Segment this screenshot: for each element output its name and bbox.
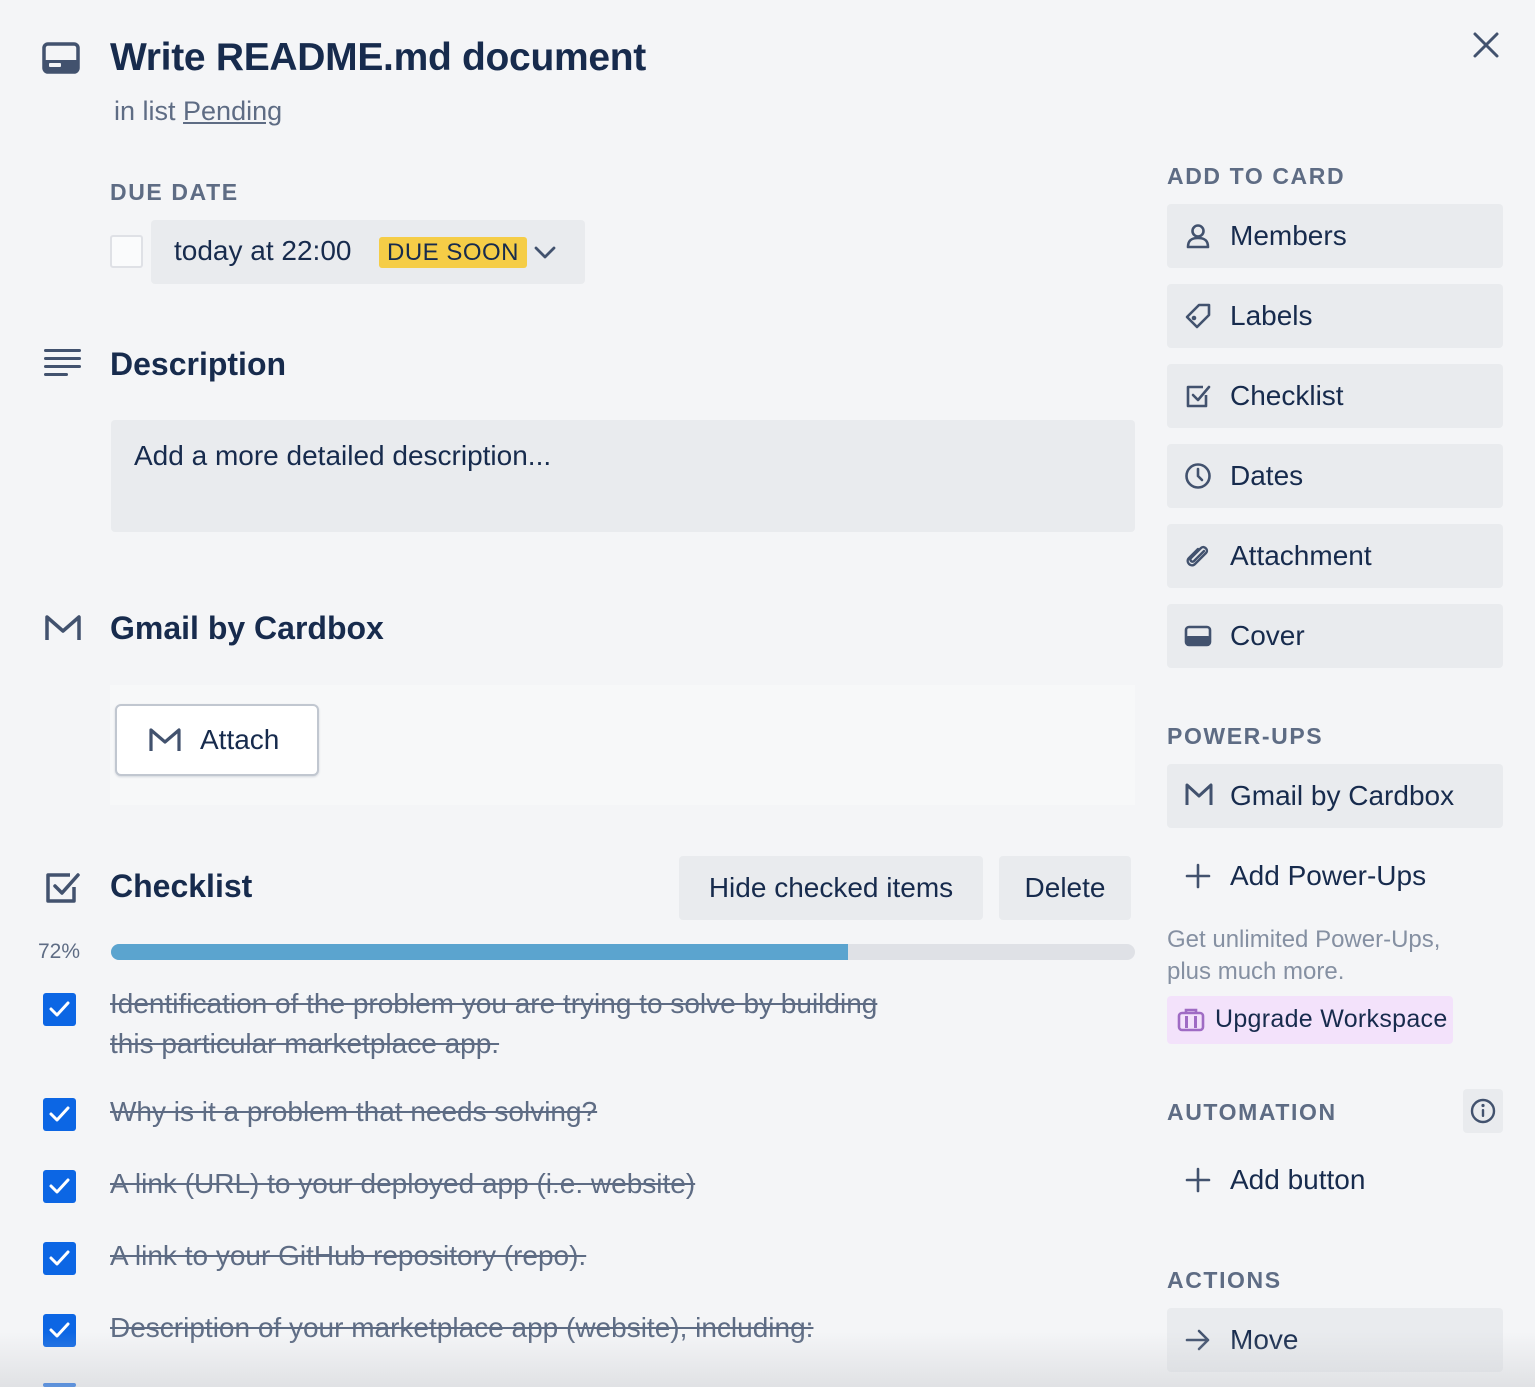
upgrade-workspace-button[interactable]: Upgrade Workspace: [1167, 996, 1453, 1044]
add-button-label: Add button: [1230, 1164, 1366, 1195]
checklist-item-checkbox[interactable]: [43, 1314, 76, 1347]
cover-label: Cover: [1230, 620, 1305, 651]
tag-icon: [1184, 302, 1212, 335]
members-button[interactable]: Members: [1167, 204, 1503, 268]
arrow-right-icon: [1184, 1326, 1212, 1359]
hide-checked-items-button[interactable]: Hide checked items: [679, 856, 983, 920]
checklist-item-checkbox[interactable]: [43, 993, 76, 1026]
checklist-button[interactable]: Checklist: [1167, 364, 1503, 428]
card-list-info: in list Pending: [114, 96, 282, 127]
due-date-complete-checkbox[interactable]: [110, 235, 143, 268]
add-power-ups-button[interactable]: Add Power-Ups: [1167, 844, 1503, 908]
checklist-item-checkbox[interactable]: [43, 1170, 76, 1203]
progress-percent: 72%: [38, 940, 81, 963]
in-list-prefix: in list: [114, 96, 176, 126]
promo-line: plus much more.: [1167, 958, 1345, 985]
card-icon: [42, 42, 80, 74]
due-soon-badge: DUE SOON: [379, 237, 528, 268]
dates-label: Dates: [1230, 460, 1304, 491]
move-button[interactable]: Move: [1167, 1308, 1503, 1372]
checklist-item-checkbox[interactable]: [43, 1383, 76, 1387]
due-date-value: today at 22:00: [174, 235, 352, 266]
description-icon: [44, 348, 82, 378]
attachment-button[interactable]: Attachment: [1167, 524, 1503, 588]
checkbox-icon: [1184, 382, 1212, 415]
checklist-item-text[interactable]: Description of your marketplace app (web…: [110, 1308, 813, 1348]
checklist-item-checkbox[interactable]: [43, 1098, 76, 1131]
description-placeholder: Add a more detailed description...: [134, 440, 552, 471]
gmail-powerup-label: Gmail by Cardbox: [1230, 780, 1455, 811]
checklist-item-text[interactable]: A link to your GitHub repository (repo).: [110, 1236, 586, 1276]
checklist-item-text[interactable]: Identification of the problem you are tr…: [110, 984, 877, 1064]
gmail-powerup-button[interactable]: Gmail by Cardbox: [1167, 764, 1503, 828]
checklist-item-line: Identification of the problem you are tr…: [110, 988, 878, 1019]
labels-button[interactable]: Labels: [1167, 284, 1503, 348]
dates-button[interactable]: Dates: [1167, 444, 1503, 508]
delete-checklist-button[interactable]: Delete: [999, 856, 1131, 920]
automation-heading: AUTOMATION: [1167, 1099, 1337, 1125]
labels-label: Labels: [1230, 300, 1313, 331]
plus-icon: [1184, 1166, 1212, 1199]
cover-button[interactable]: Cover: [1167, 604, 1503, 668]
description-title: Description: [110, 346, 287, 382]
checklist-icon: [44, 869, 82, 907]
attachment-label: Attachment: [1230, 540, 1372, 571]
gmail-section-title: Gmail by Cardbox: [110, 610, 384, 646]
due-date-heading: DUE DATE: [110, 179, 239, 205]
checklist-item-text[interactable]: Why is it a problem that needs solving?: [110, 1092, 597, 1132]
checklist-item-line: this particular marketplace app.: [110, 1028, 500, 1059]
power-ups-heading: POWER-UPS: [1167, 723, 1324, 749]
add-to-card-heading: ADD TO CARD: [1167, 163, 1346, 189]
add-power-ups-label: Add Power-Ups: [1230, 860, 1427, 891]
info-icon[interactable]: [1463, 1089, 1503, 1133]
gmail-icon: [44, 614, 82, 642]
checklist-item-text[interactable]: A link (URL) to your deployed app (i.e. …: [110, 1164, 695, 1204]
card-title[interactable]: Write README.md document: [110, 36, 646, 80]
checklist-label: Checklist: [1230, 380, 1344, 411]
gmail-icon: [148, 727, 182, 753]
members-label: Members: [1230, 220, 1347, 251]
person-icon: [1184, 222, 1212, 255]
promo-line: Get unlimited Power-Ups,: [1167, 926, 1441, 953]
add-button-button[interactable]: Add button: [1167, 1148, 1503, 1212]
close-icon[interactable]: [1468, 28, 1504, 64]
power-ups-promo-text: Get unlimited Power-Ups, plus much more.: [1167, 924, 1497, 988]
checklist-item-checkbox[interactable]: [43, 1242, 76, 1275]
progress-bar-fill: [111, 944, 849, 960]
gmail-icon: [1184, 782, 1214, 813]
chevron-down-icon: [532, 240, 558, 264]
list-name-link[interactable]: Pending: [183, 96, 282, 126]
cover-icon: [1184, 622, 1212, 655]
actions-heading: ACTIONS: [1167, 1267, 1282, 1293]
upgrade-workspace-label: Upgrade Workspace: [1215, 1005, 1448, 1033]
clock-icon: [1184, 462, 1212, 495]
paperclip-icon: [1184, 542, 1212, 575]
plus-icon: [1184, 862, 1212, 895]
attach-label: Attach: [200, 724, 280, 755]
briefcase-icon: [1177, 1007, 1205, 1038]
description-editor[interactable]: [111, 420, 1135, 532]
checklist-title: Checklist: [110, 868, 253, 904]
move-label: Move: [1230, 1324, 1299, 1355]
progress-bar: [111, 944, 1135, 960]
